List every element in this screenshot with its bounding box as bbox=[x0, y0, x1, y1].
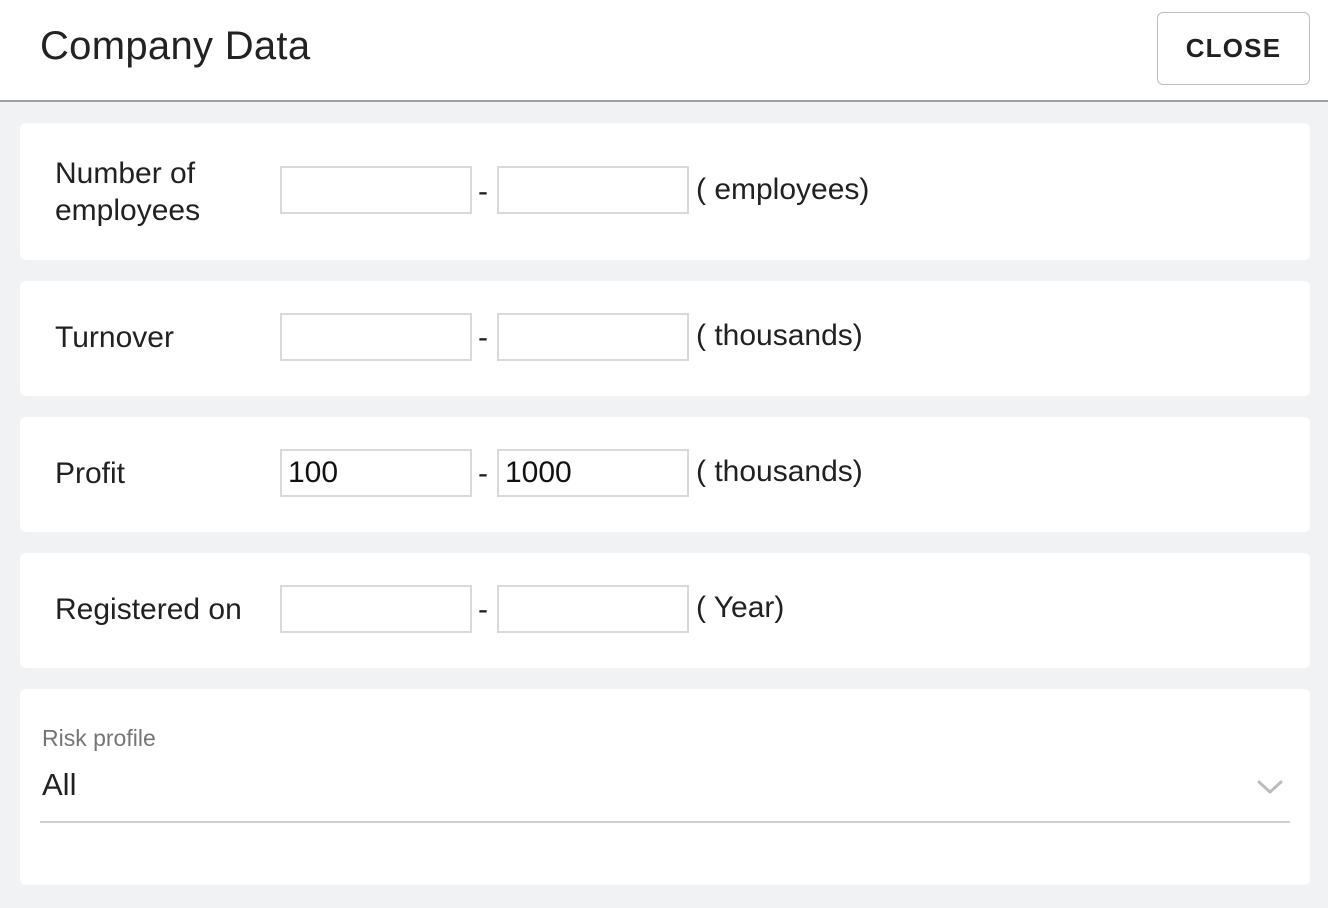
dialog-title: Company Data bbox=[40, 24, 311, 68]
turnover-to-input[interactable] bbox=[497, 313, 689, 361]
profit-label: Profit bbox=[55, 457, 126, 490]
employees-label-line1: Number of bbox=[55, 157, 196, 190]
employees-label: Number of employees bbox=[55, 155, 200, 229]
turnover-label: Turnover bbox=[55, 321, 174, 354]
registered-to-input[interactable] bbox=[497, 585, 689, 633]
risk-profile-card: Risk profile All bbox=[20, 689, 1310, 885]
employees-from-input[interactable] bbox=[280, 166, 472, 214]
employees-label-line2: employees bbox=[55, 194, 201, 227]
risk-profile-value: All bbox=[42, 767, 77, 802]
range-separator: - bbox=[478, 593, 488, 626]
close-button[interactable]: CLOSE bbox=[1157, 12, 1310, 85]
turnover-from-input[interactable] bbox=[280, 313, 472, 361]
registered-row: Registered on - ( Year) bbox=[20, 553, 1310, 668]
turnover-row: Turnover - ( thousands) bbox=[20, 281, 1310, 396]
risk-profile-label: Risk profile bbox=[42, 725, 156, 751]
range-separator: - bbox=[478, 321, 488, 354]
range-separator: - bbox=[478, 457, 488, 490]
dialog-header: Company Data CLOSE bbox=[0, 0, 1328, 102]
range-separator: - bbox=[478, 175, 488, 208]
profit-unit: ( thousands) bbox=[696, 455, 863, 488]
risk-profile-select[interactable] bbox=[40, 761, 1290, 823]
profit-from-input[interactable] bbox=[280, 449, 472, 497]
profit-row: Profit - ( thousands) bbox=[20, 417, 1310, 532]
chevron-down-icon[interactable] bbox=[1256, 779, 1284, 795]
profit-to-input[interactable] bbox=[497, 449, 689, 497]
registered-from-input[interactable] bbox=[280, 585, 472, 633]
employees-unit: ( employees) bbox=[696, 173, 870, 206]
employees-row: Number of employees - ( employees) bbox=[20, 123, 1310, 260]
employees-to-input[interactable] bbox=[497, 166, 689, 214]
registered-label: Registered on bbox=[55, 593, 242, 626]
registered-unit: ( Year) bbox=[696, 591, 785, 624]
turnover-unit: ( thousands) bbox=[696, 319, 863, 352]
